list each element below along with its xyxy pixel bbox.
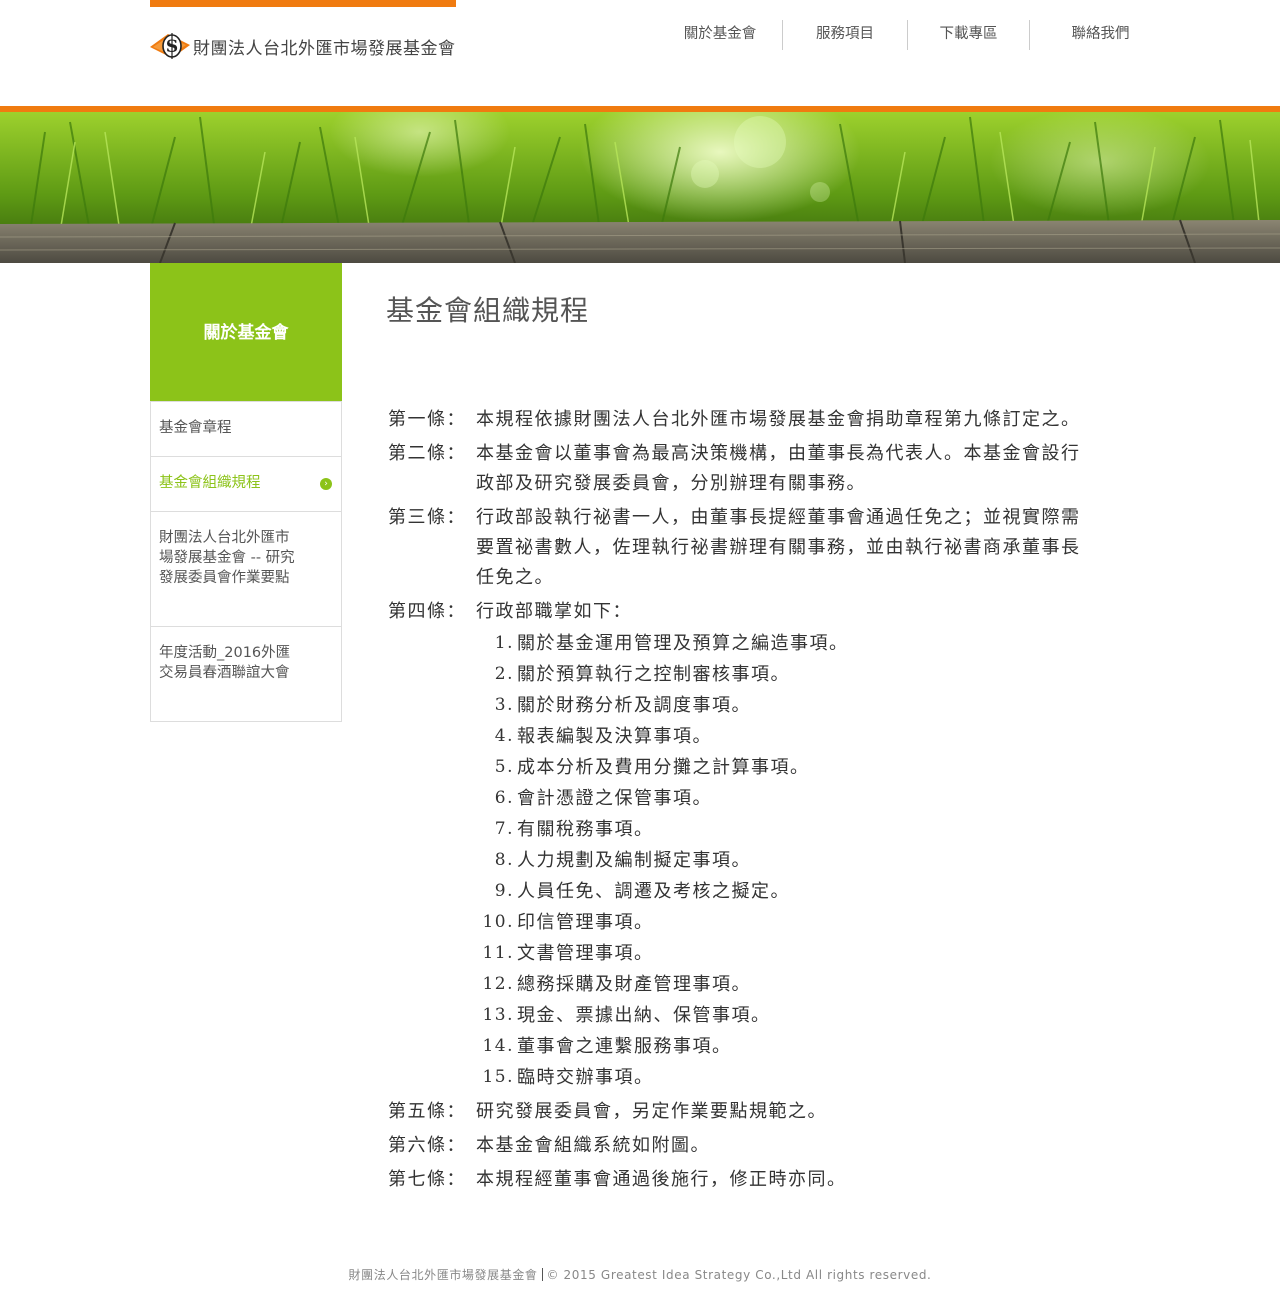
article: 第三條： 行政部設執行祕書一人，由董事長提經董事會通過任免之；並視實際需要置祕書… [386, 503, 1106, 593]
article-text: 本基金會以董事會為最高決策機構，由董事長為代表人。本基金會設行政部及研究發展委員… [476, 443, 1081, 494]
article: 第六條： 本基金會組織系統如附圖。 [386, 1131, 1106, 1161]
footer-divider [541, 1268, 543, 1281]
main-nav: 關於基金會 服務項目 下載專區 聯絡我們 [658, 20, 1171, 50]
list-item-number: 8. [494, 850, 514, 870]
article-text: 本規程依據財團法人台北外匯市場發展基金會捐助章程第九條訂定之。 [476, 409, 1081, 430]
list-item: 9. 人員任免、調遷及考核之擬定。 [476, 876, 1106, 907]
footer-org-name: 財團法人台北外匯市場發展基金會 [348, 1268, 538, 1282]
list-item: 15. 臨時交辦事項。 [476, 1062, 1106, 1093]
list-item: 6. 會計憑證之保管事項。 [476, 783, 1106, 814]
list-item: 7. 有關稅務事項。 [476, 814, 1106, 845]
site-header: S 財團法人台北外匯市場發展基金會 關於基金會 服務項目 下載專區 聯絡我們 [0, 0, 1280, 108]
list-item-text: 人員任免、調遷及考核之擬定。 [517, 881, 790, 902]
list-item: 1. 關於基金運用管理及預算之編造事項。 [476, 628, 1106, 659]
list-item-number: 7. [494, 819, 514, 839]
list-item-number: 12. [482, 974, 514, 994]
list-item-number: 5. [494, 757, 514, 777]
article-text: 行政部職掌如下： [476, 601, 632, 622]
sidebar-item-label: 年度活動_2016外匯交易員春酒聯誼大會 [159, 645, 291, 681]
article-number: 第七條： [388, 1169, 466, 1190]
sidebar-item-organization-rules[interactable]: 基金會組織規程 › [151, 456, 341, 511]
list-item-text: 關於基金運用管理及預算之編造事項。 [517, 633, 849, 654]
org-name: 財團法人台北外匯市場發展基金會 [193, 38, 456, 59]
list-item-text: 董事會之連繫服務事項。 [517, 1036, 732, 1057]
list-item: 13. 現金、票據出納、保管事項。 [476, 1000, 1106, 1031]
article: 第一條： 本規程依據財團法人台北外匯市場發展基金會捐助章程第九條訂定之。 [386, 405, 1106, 435]
list-item: 12. 總務採購及財產管理事項。 [476, 969, 1106, 1000]
article-number: 第二條： [388, 443, 466, 464]
list-item-text: 成本分析及費用分攤之計算事項。 [517, 757, 810, 778]
list-item-number: 11. [482, 943, 514, 963]
list-item-text: 總務採購及財產管理事項。 [517, 974, 751, 995]
sidebar-item-label: 基金會章程 [159, 420, 232, 436]
list-item-number: 9. [494, 881, 514, 901]
article-text: 本規程經董事會通過後施行，修正時亦同。 [476, 1169, 847, 1190]
header-accent-bar [150, 0, 456, 7]
list-item-number: 13. [482, 1005, 514, 1025]
list-item-text: 會計憑證之保管事項。 [517, 788, 712, 809]
hero-banner-image [0, 112, 1280, 263]
list-item: 10. 印信管理事項。 [476, 907, 1106, 938]
list-item-text: 臨時交辦事項。 [517, 1067, 654, 1088]
sidebar-item-label: 基金會組織規程 [159, 475, 261, 491]
list-item: 2. 關於預算執行之控制審核事項。 [476, 659, 1106, 690]
sidebar-heading: 關於基金會 [150, 263, 342, 401]
list-item-number: 15. [482, 1067, 514, 1087]
list-item-number: 6. [494, 788, 514, 808]
sidebar-item-research-committee[interactable]: 財團法人台北外匯市場發展基金會 -- 研究發展委員會作業要點 [151, 511, 341, 626]
list-item: 14. 董事會之連繫服務事項。 [476, 1031, 1106, 1062]
regulation-articles: 第一條： 本規程依據財團法人台北外匯市場發展基金會捐助章程第九條訂定之。 第二條… [386, 405, 1106, 1199]
nav-about[interactable]: 關於基金會 [658, 20, 782, 50]
article-number: 第三條： [388, 507, 466, 528]
list-item-text: 現金、票據出納、保管事項。 [517, 1005, 771, 1026]
s-coin-logo-icon: S [150, 33, 190, 59]
list-item-number: 4. [494, 726, 514, 746]
sidebar-item-label: 財團法人台北外匯市場發展基金會 -- 研究發展委員會作業要點 [159, 530, 295, 586]
nav-downloads[interactable]: 下載專區 [908, 20, 1029, 50]
article: 第四條： 行政部職掌如下： 1. 關於基金運用管理及預算之編造事項。 2. 關於預算… [386, 597, 1106, 1093]
list-item-text: 報表編製及決算事項。 [517, 726, 712, 747]
list-item-text: 關於財務分析及調度事項。 [517, 695, 751, 716]
list-item-text: 印信管理事項。 [517, 912, 654, 933]
article-number: 第一條： [388, 409, 466, 430]
article-number: 第四條： [388, 601, 466, 622]
nav-services[interactable]: 服務項目 [783, 20, 907, 50]
sidebar-menu: 基金會章程 基金會組織規程 › 財團法人台北外匯市場發展基金會 -- 研究發展委… [150, 401, 342, 722]
list-item-text: 關於預算執行之控制審核事項。 [517, 664, 790, 685]
sidebar-item-annual-event[interactable]: 年度活動_2016外匯交易員春酒聯誼大會 [151, 626, 341, 721]
duty-list: 1. 關於基金運用管理及預算之編造事項。 2. 關於預算執行之控制審核事項。 3. 關… [476, 628, 1106, 1093]
article-number: 第六條： [388, 1135, 466, 1156]
list-item-number: 1. [494, 633, 514, 653]
sidebar: 關於基金會 基金會章程 基金會組織規程 › 財團法人台北外匯市場發展基金會 --… [150, 263, 342, 722]
list-item-number: 2. [494, 664, 514, 684]
list-item: 11. 文書管理事項。 [476, 938, 1106, 969]
chevron-right-icon: › [320, 478, 332, 490]
list-item-number: 10. [482, 912, 514, 932]
article: 第二條： 本基金會以董事會為最高決策機構，由董事長為代表人。本基金會設行政部及研… [386, 439, 1106, 499]
article-number: 第五條： [388, 1101, 466, 1122]
nav-contact[interactable]: 聯絡我們 [1030, 20, 1171, 50]
article: 第七條： 本規程經董事會通過後施行，修正時亦同。 [386, 1165, 1106, 1195]
list-item: 4. 報表編製及決算事項。 [476, 721, 1106, 752]
list-item-text: 有關稅務事項。 [517, 819, 654, 840]
article-text: 本基金會組織系統如附圖。 [476, 1135, 710, 1156]
site-logo[interactable]: S 財團法人台北外匯市場發展基金會 [150, 30, 456, 62]
list-item-text: 人力規劃及編制擬定事項。 [517, 850, 751, 871]
list-item: 3. 關於財務分析及調度事項。 [476, 690, 1106, 721]
list-item: 5. 成本分析及費用分攤之計算事項。 [476, 752, 1106, 783]
site-footer: 財團法人台北外匯市場發展基金會 © 2015 Greatest Idea Stra… [0, 1266, 1280, 1283]
list-item-text: 文書管理事項。 [517, 943, 654, 964]
page-title: 基金會組織規程 [386, 294, 590, 327]
footer-copyright: © 2015 Greatest Idea Strategy Co.,Ltd Al… [546, 1268, 932, 1282]
article-text: 研究發展委員會，另定作業要點規範之。 [476, 1101, 827, 1122]
list-item: 8. 人力規劃及編制擬定事項。 [476, 845, 1106, 876]
sidebar-item-charter[interactable]: 基金會章程 [151, 401, 341, 456]
list-item-number: 3. [494, 695, 514, 715]
article-text: 行政部設執行祕書一人，由董事長提經董事會通過任免之；並視實際需要置祕書數人，佐理… [476, 507, 1081, 588]
article: 第五條： 研究發展委員會，另定作業要點規範之。 [386, 1097, 1106, 1127]
list-item-number: 14. [482, 1036, 514, 1056]
